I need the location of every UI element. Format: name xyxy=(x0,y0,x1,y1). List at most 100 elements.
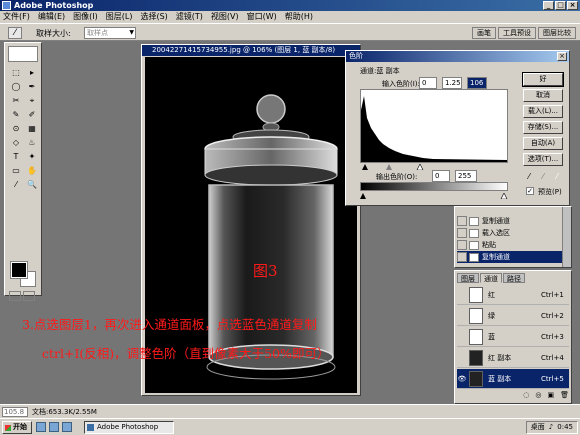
sample-size-select[interactable]: 取样点 xyxy=(84,27,136,39)
status-bar: 105.8 文档:653.3K/2.55M xyxy=(0,404,580,418)
gray-eyedropper-icon[interactable]: ⁄ xyxy=(538,172,548,182)
output-black-field[interactable]: 0 xyxy=(432,170,450,182)
history-step-icon xyxy=(469,216,479,226)
zoom-field[interactable]: 105.8 xyxy=(2,407,28,417)
history-item[interactable]: 复制通道 xyxy=(457,215,563,227)
tool-icon[interactable]: ✦ xyxy=(25,151,39,163)
history-step-icon xyxy=(469,252,479,262)
menu-help[interactable]: 帮助(H) xyxy=(285,11,313,23)
channel-name: 红 副本 xyxy=(488,353,512,362)
input-white-field[interactable]: 106 xyxy=(467,77,487,89)
channel-row-green[interactable]: 绿 Ctrl+2 xyxy=(457,306,569,326)
channel-row-red-copy[interactable]: 红 副本 Ctrl+4 xyxy=(457,348,569,368)
tool-icon[interactable]: ◇ xyxy=(9,137,23,149)
visibility-eye-icon[interactable] xyxy=(457,310,467,322)
foreground-color-swatch[interactable] xyxy=(10,261,28,279)
start-button[interactable]: 开始 xyxy=(2,421,32,434)
tab-channels[interactable]: 通道 xyxy=(480,273,502,283)
save-selection-icon[interactable]: ◎ xyxy=(535,391,541,402)
tool-icon[interactable]: 🔍 xyxy=(25,179,39,191)
tool-icon[interactable]: T xyxy=(9,151,23,163)
white-eyedropper-icon[interactable]: ⁄ xyxy=(552,172,562,182)
preview-checkbox[interactable]: ✓ xyxy=(526,187,534,195)
trash-icon[interactable]: 🗑 xyxy=(560,391,569,402)
tool-icon[interactable]: ⊙ xyxy=(9,123,23,135)
auto-button[interactable]: 自动(A) xyxy=(523,137,563,150)
output-white-field[interactable]: 255 xyxy=(455,170,477,182)
channel-label[interactable]: 通道:蓝 副本 xyxy=(360,66,400,76)
menu-filter[interactable]: 滤镜(T) xyxy=(176,11,203,23)
tool-icon[interactable]: ✒ xyxy=(25,81,39,93)
channel-row-blue[interactable]: 蓝 Ctrl+3 xyxy=(457,327,569,347)
new-channel-icon[interactable]: ▣ xyxy=(547,391,554,402)
save-button[interactable]: 存储(S)... xyxy=(523,121,563,134)
tool-icon[interactable]: ▸ xyxy=(25,67,39,79)
visibility-eye-icon[interactable] xyxy=(457,352,467,364)
tool-icon[interactable]: ✐ xyxy=(25,109,39,121)
input-black-field[interactable]: 0 xyxy=(419,77,437,89)
tab-paths[interactable]: 路径 xyxy=(503,273,525,283)
tool-icon[interactable]: ▭ xyxy=(9,165,23,177)
input-gamma-field[interactable]: 1.25 xyxy=(442,77,462,89)
tool-icon[interactable]: ♨ xyxy=(25,137,39,149)
history-snapshot-box[interactable] xyxy=(457,240,467,250)
ie-icon[interactable] xyxy=(36,422,46,432)
menu-edit[interactable]: 编辑(E) xyxy=(38,11,65,23)
channel-row-red[interactable]: 红 Ctrl+1 xyxy=(457,285,569,305)
tool-icon[interactable]: ⬚ xyxy=(9,67,23,79)
history-item[interactable]: 载入选区 xyxy=(457,227,563,239)
menu-window[interactable]: 窗口(W) xyxy=(247,11,277,23)
history-scrollbar[interactable] xyxy=(562,207,571,267)
ok-button[interactable]: 好 xyxy=(522,72,564,87)
minimize-button[interactable]: _ xyxy=(543,1,554,10)
visibility-eye-icon[interactable]: 👁 xyxy=(457,373,467,385)
menu-image[interactable]: 图像(I) xyxy=(73,11,98,23)
eyedropper-tool-icon[interactable]: ⁄ xyxy=(8,27,22,39)
maximize-button[interactable]: □ xyxy=(555,1,566,10)
load-button[interactable]: 载入(L)... xyxy=(523,105,563,118)
black-eyedropper-icon[interactable]: ⁄ xyxy=(524,172,534,182)
tool-icon[interactable]: ✎ xyxy=(9,109,23,121)
menu-file[interactable]: 文件(F) xyxy=(3,11,30,23)
media-icon[interactable] xyxy=(62,422,72,432)
menu-layer[interactable]: 图层(L) xyxy=(106,11,133,23)
tab-brushes[interactable]: 画笔 xyxy=(472,27,496,39)
menu-select[interactable]: 选择(S) xyxy=(140,11,167,23)
tool-icon[interactable]: ✋ xyxy=(25,165,39,177)
history-item-active[interactable]: 复制通道 xyxy=(457,251,563,263)
history-snapshot-box[interactable] xyxy=(457,216,467,226)
quickmask-mode-icon[interactable] xyxy=(23,291,35,301)
tool-icon[interactable]: ⌖ xyxy=(25,95,39,107)
tray-desktop-label[interactable]: 桌面 xyxy=(531,422,545,433)
options-button[interactable]: 选项(T)... xyxy=(523,153,563,166)
tool-icon[interactable]: ▦ xyxy=(25,123,39,135)
standard-mode-icon[interactable] xyxy=(9,291,21,301)
visibility-eye-icon[interactable] xyxy=(457,289,467,301)
channel-name: 蓝 xyxy=(488,332,495,341)
close-button[interactable]: × xyxy=(567,1,578,10)
cancel-button[interactable]: 取消 xyxy=(523,89,563,102)
visibility-eye-icon[interactable] xyxy=(457,331,467,343)
tool-icon[interactable]: ◯ xyxy=(9,81,23,93)
input-slider-track[interactable] xyxy=(360,163,508,171)
history-snapshot-box[interactable] xyxy=(457,228,467,238)
load-selection-icon[interactable]: ◌ xyxy=(523,391,529,402)
channel-name: 红 xyxy=(488,290,495,299)
history-snapshot-box[interactable] xyxy=(457,252,467,262)
tray-volume-icon[interactable]: ♪ xyxy=(549,422,553,433)
tab-tool-presets[interactable]: 工具预设 xyxy=(498,27,536,39)
taskbar-photoshop-button[interactable]: Adobe Photoshop xyxy=(84,421,174,434)
tool-icon[interactable]: ⁄ xyxy=(9,179,23,191)
menu-view[interactable]: 视图(V) xyxy=(211,11,239,23)
tray-clock: 0:45 xyxy=(557,423,573,431)
input-levels-label: 输入色阶(I): xyxy=(382,80,420,88)
tab-layer-comps[interactable]: 图层比较 xyxy=(538,27,576,39)
channel-row-blue-copy[interactable]: 👁 蓝 副本 Ctrl+5 xyxy=(457,369,569,389)
output-slider-track[interactable] xyxy=(360,192,508,200)
tab-layers[interactable]: 图层 xyxy=(457,273,479,283)
dialog-close-button[interactable]: × xyxy=(557,52,567,61)
history-item[interactable]: 粘贴 xyxy=(457,239,563,251)
tool-icon[interactable]: ✂ xyxy=(9,95,23,107)
history-panel: 复制通道 载入选区 粘贴 复制通道 xyxy=(454,206,572,268)
desktop-icon[interactable] xyxy=(49,422,59,432)
